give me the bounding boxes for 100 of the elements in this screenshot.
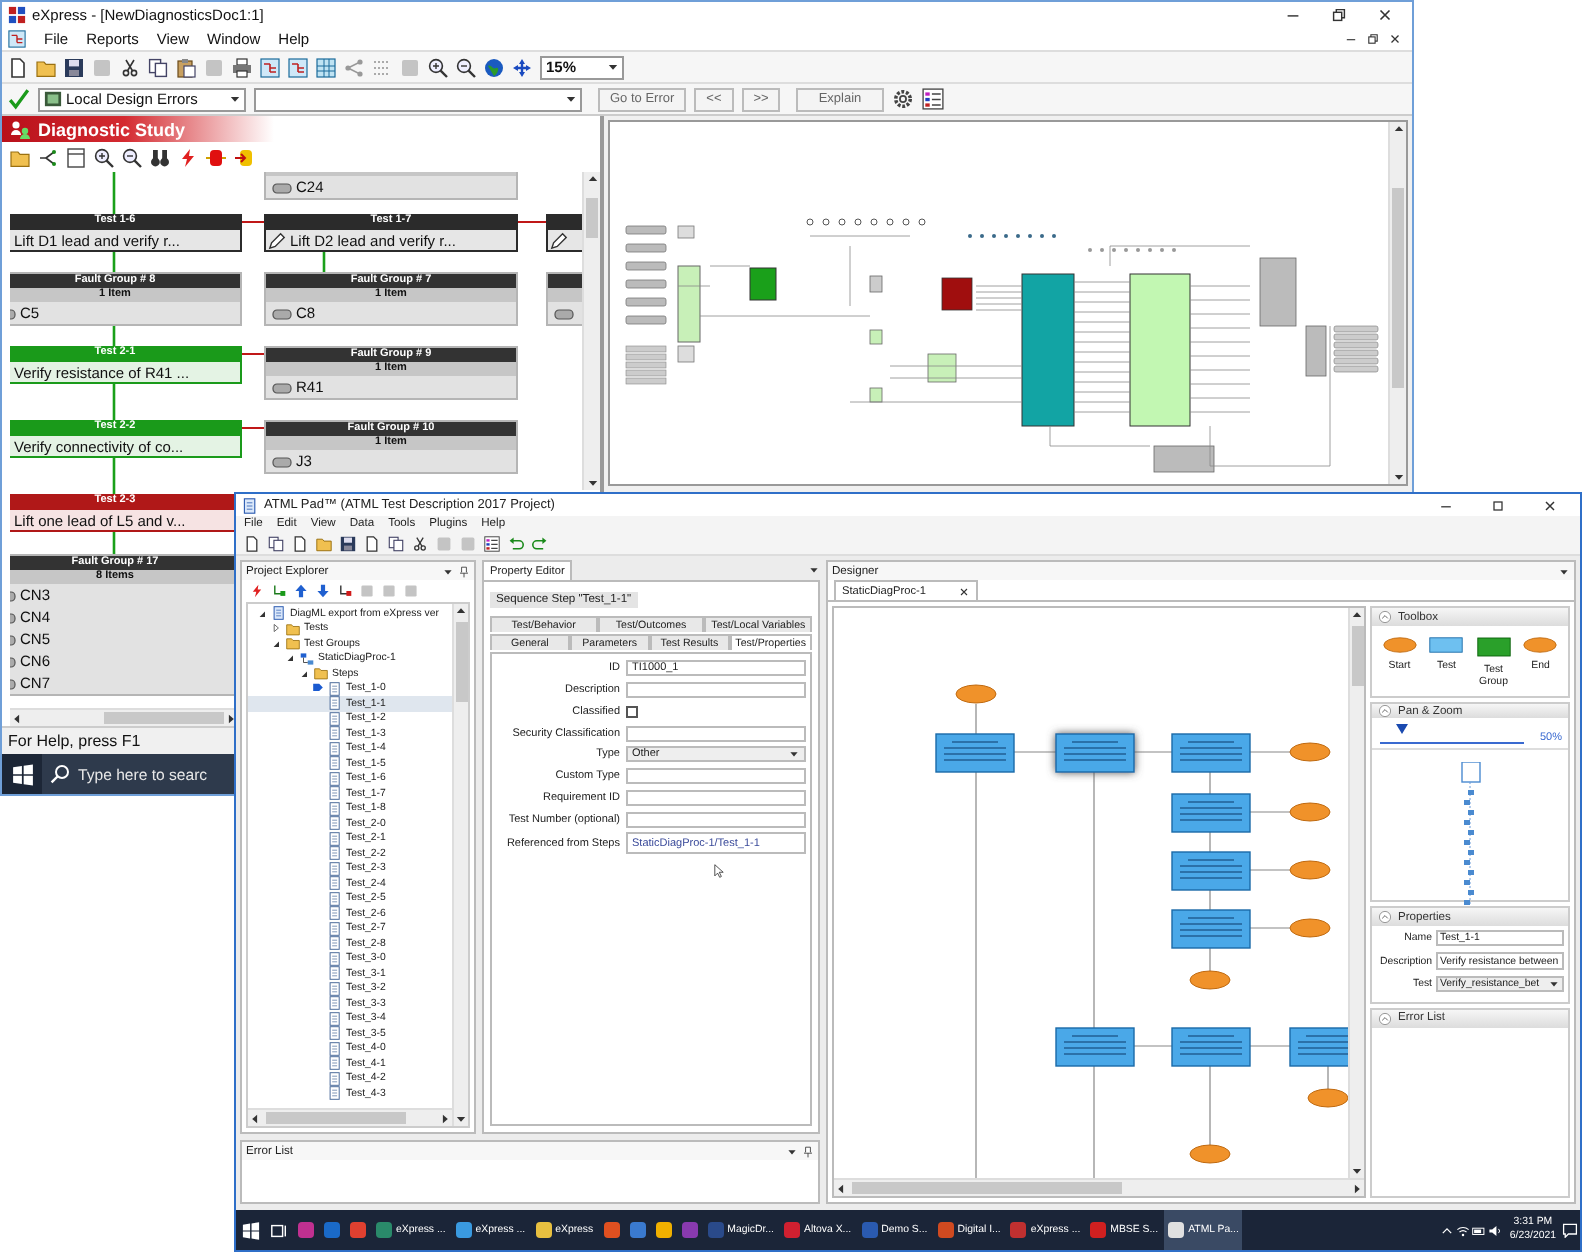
branch-icon[interactable] <box>38 147 58 167</box>
connector-line <box>322 252 326 272</box>
print-icon[interactable] <box>232 57 252 77</box>
zoom-in-icon[interactable] <box>428 57 448 77</box>
copy-document-icon[interactable] <box>268 535 284 551</box>
scrollbar-thumb[interactable] <box>852 1182 1122 1194</box>
expanded-arrow-icon[interactable] <box>270 637 282 650</box>
scroll-up-icon[interactable] <box>1391 122 1405 136</box>
panel-icon[interactable] <box>66 147 86 167</box>
settings-icon[interactable] <box>891 88 914 110</box>
text-field[interactable] <box>626 682 806 699</box>
move-icon[interactable] <box>512 57 532 77</box>
scroll-up-icon[interactable] <box>454 604 468 618</box>
lightning-icon[interactable] <box>178 147 198 167</box>
new-document-icon[interactable] <box>8 57 28 77</box>
redo-icon[interactable] <box>532 535 548 551</box>
caret-icon <box>788 748 800 761</box>
windows-logo-icon[interactable] <box>11 763 33 785</box>
table-view-icon[interactable] <box>316 57 336 77</box>
zoom-out-icon[interactable] <box>456 57 476 77</box>
app-logo-icon <box>8 5 26 23</box>
open-folder-icon[interactable] <box>36 57 56 77</box>
scroll-right-icon[interactable] <box>438 1111 452 1125</box>
zoom-in-icon[interactable] <box>94 147 114 167</box>
scrollbar-thumb[interactable] <box>266 1112 406 1124</box>
open-folder-icon[interactable] <box>10 147 30 167</box>
caret-icon[interactable] <box>808 564 820 576</box>
binoculars-icon[interactable] <box>150 147 170 167</box>
text-field[interactable] <box>626 768 806 785</box>
search-icon[interactable] <box>50 764 70 784</box>
scroll-left-icon[interactable] <box>248 1111 262 1125</box>
checkmark-icon[interactable] <box>8 88 30 110</box>
slider-thumb[interactable] <box>1395 724 1408 735</box>
text-field[interactable] <box>626 725 806 742</box>
connector-line <box>241 353 265 355</box>
scrollbar-thumb[interactable] <box>1351 626 1363 686</box>
tree-view-icon[interactable] <box>288 57 308 77</box>
close-icon[interactable] <box>957 585 970 597</box>
scrollbar-thumb[interactable] <box>455 622 467 702</box>
diagram-view-icon[interactable] <box>260 57 280 77</box>
collapsed-arrow-icon[interactable] <box>270 622 282 635</box>
caret-icon[interactable] <box>786 1145 798 1157</box>
connector-line <box>241 427 265 429</box>
close-icon[interactable] <box>1376 5 1394 23</box>
move-up-icon[interactable] <box>294 584 308 598</box>
chevron-up-icon[interactable] <box>1439 1223 1454 1237</box>
pencil-icon[interactable] <box>550 231 568 249</box>
caret-icon[interactable] <box>1558 565 1570 577</box>
restore-icon[interactable] <box>1366 31 1380 45</box>
copy-icon[interactable] <box>388 535 404 551</box>
maximize-icon[interactable] <box>1490 497 1506 513</box>
insert-icon[interactable] <box>234 147 254 167</box>
cut-icon[interactable] <box>120 57 140 77</box>
scrollbar-thumb[interactable] <box>1392 188 1404 388</box>
close-icon[interactable] <box>1542 497 1558 513</box>
scroll-down-icon[interactable] <box>1391 470 1405 484</box>
expanded-arrow-icon[interactable] <box>256 607 268 620</box>
scrollbar-thumb[interactable] <box>586 198 598 238</box>
pin-icon[interactable] <box>802 1145 814 1157</box>
scroll-down-icon[interactable] <box>454 1112 468 1126</box>
scroll-up-icon[interactable] <box>585 172 599 186</box>
delete-icon[interactable] <box>338 584 352 598</box>
scroll-up-icon[interactable] <box>1350 608 1364 622</box>
copy-icon[interactable] <box>148 57 168 77</box>
connector-line <box>517 221 547 223</box>
zoom-slider[interactable] <box>1380 730 1524 745</box>
scrollbar-thumb[interactable] <box>104 712 224 724</box>
lightning-icon[interactable] <box>250 584 264 598</box>
text-field[interactable] <box>626 811 806 828</box>
paste-icon[interactable] <box>176 57 196 77</box>
undo-icon[interactable] <box>508 535 524 551</box>
caret-icon <box>564 92 578 106</box>
windows-logo-icon <box>242 1221 260 1239</box>
save-icon[interactable] <box>340 535 356 551</box>
filter-dropdown[interactable] <box>254 87 582 111</box>
network-icon[interactable] <box>1455 1223 1470 1237</box>
start-shape-icon <box>1381 636 1418 654</box>
zoom-out-icon[interactable] <box>122 147 142 167</box>
close-icon[interactable] <box>1388 31 1402 45</box>
document-icon[interactable] <box>8 29 26 47</box>
move-down-icon[interactable] <box>316 584 330 598</box>
add-child-icon[interactable] <box>272 584 286 598</box>
caret-icon[interactable] <box>442 565 454 577</box>
speaker-icon[interactable] <box>1487 1223 1502 1237</box>
caret-icon <box>1548 978 1560 991</box>
save-icon[interactable] <box>64 57 84 77</box>
expanded-arrow-icon[interactable] <box>298 667 310 680</box>
restore-icon[interactable] <box>1330 5 1348 23</box>
pin-icon[interactable] <box>458 565 470 577</box>
checkbox[interactable] <box>626 705 638 718</box>
text-field[interactable] <box>626 790 806 807</box>
panel-title: Diagnostic Study <box>38 119 186 139</box>
properties-icon[interactable] <box>484 535 500 551</box>
expanded-arrow-icon[interactable] <box>284 652 296 665</box>
block-icon[interactable] <box>206 147 226 167</box>
globe-icon[interactable] <box>484 57 504 77</box>
notification-icon[interactable] <box>1562 1222 1578 1238</box>
scroll-left-icon[interactable] <box>834 1181 848 1195</box>
legend-icon[interactable] <box>921 88 944 110</box>
cut-icon[interactable] <box>412 535 428 551</box>
